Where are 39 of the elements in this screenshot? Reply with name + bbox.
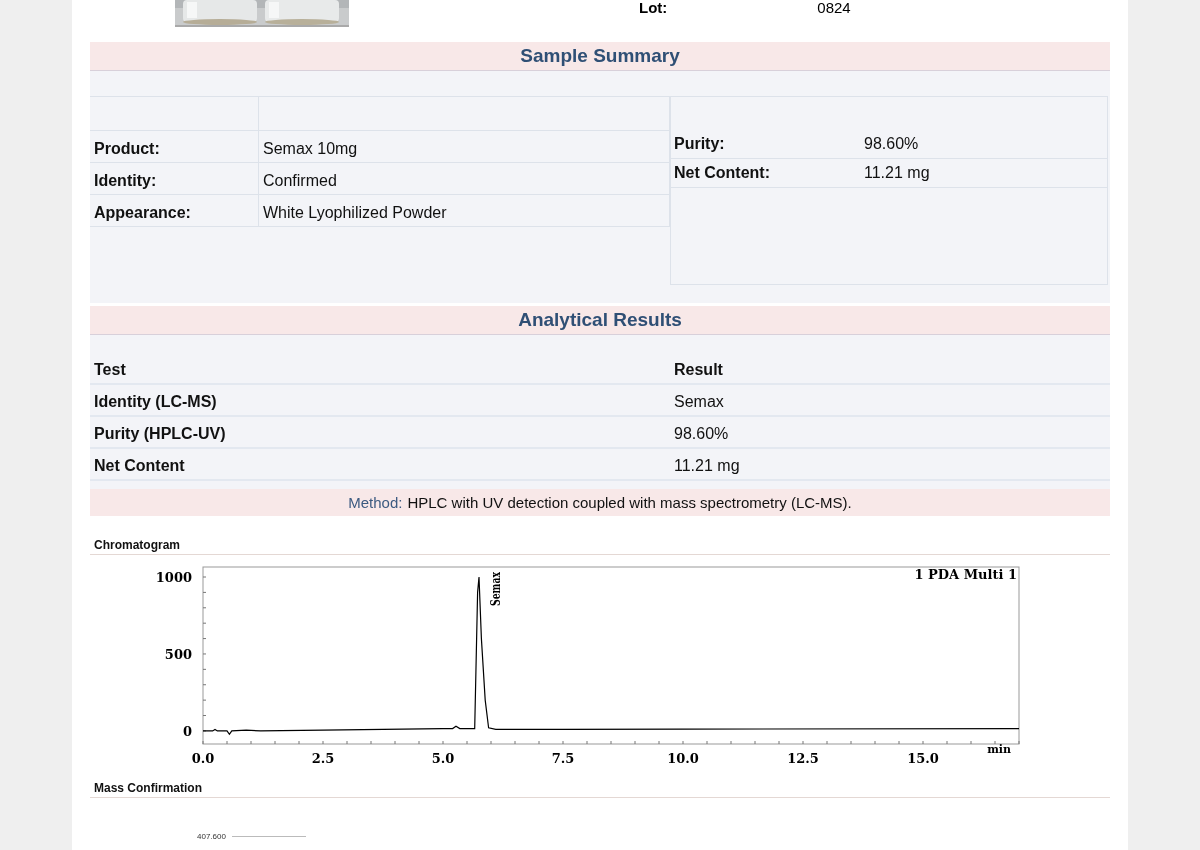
y-tick-label: 0 bbox=[182, 723, 192, 739]
legend-label: 1 PDA Multi 1 bbox=[914, 567, 1017, 582]
field-value: White Lyophilized Powder bbox=[259, 195, 670, 227]
x-tick-label: 15.0 bbox=[907, 751, 939, 766]
lot-label: Lot: bbox=[639, 0, 668, 16]
x-tick-label: 7.5 bbox=[551, 751, 575, 766]
field-label: Identity: bbox=[90, 163, 259, 195]
table-cell-text: Net Content bbox=[93, 457, 186, 476]
field-value: 11.21 mg bbox=[863, 163, 931, 183]
x-tick-label: 0.0 bbox=[191, 751, 215, 766]
column-header: Test bbox=[93, 361, 127, 380]
column-header: Result bbox=[673, 361, 724, 380]
field-label: Net Content: bbox=[673, 163, 771, 183]
x-tick-label: 2.5 bbox=[311, 751, 335, 766]
field-value: Semax 10mg bbox=[259, 131, 670, 163]
peak-label: Semax bbox=[488, 559, 503, 606]
axis-label: 407.600 bbox=[197, 832, 226, 841]
field-label: Purity: bbox=[673, 134, 726, 154]
method-note: Method: HPLC with UV detection coupled with mass spectrometry (LC-MS). bbox=[90, 489, 1110, 516]
field-value: Confirmed bbox=[259, 163, 670, 195]
section-heading: Mass Confirmation bbox=[90, 771, 1110, 798]
table-cell-text: Identity (LC-MS) bbox=[93, 393, 218, 412]
section-title: Analytical Results bbox=[518, 309, 682, 331]
section-title: Sample Summary bbox=[520, 45, 680, 67]
table-cell-text: 11.21 mg bbox=[673, 457, 741, 476]
field-label: Product: bbox=[90, 131, 259, 163]
x-axis-label: min bbox=[987, 743, 1011, 756]
x-tick-label: 12.5 bbox=[787, 751, 819, 766]
table-cell-text: Semax bbox=[673, 393, 725, 412]
y-tick-label: 500 bbox=[164, 646, 192, 662]
x-tick-label: 10.0 bbox=[667, 751, 699, 766]
field-label: Appearance: bbox=[90, 195, 259, 227]
section-heading: Chromatogram bbox=[90, 516, 1110, 555]
y-tick-label: 1000 bbox=[155, 570, 192, 585]
field-value: 98.60% bbox=[863, 134, 920, 154]
table-cell-text: 98.60% bbox=[673, 425, 730, 444]
table-cell-text: Purity (HPLC-UV) bbox=[93, 425, 227, 444]
lot-value: 0824 bbox=[817, 0, 851, 16]
x-tick-label: 5.0 bbox=[431, 751, 455, 766]
